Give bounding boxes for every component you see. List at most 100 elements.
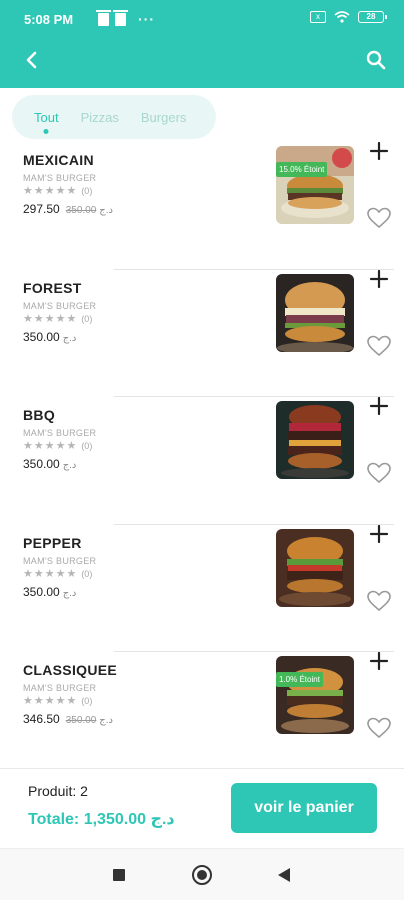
- product-item[interactable]: PEPPER MAM'S BURGER ★★★★★ (0) 350.00 د.ج: [0, 523, 404, 652]
- rating-stars: ★★★★★: [23, 567, 78, 580]
- price-currency: د.ج: [62, 332, 77, 344]
- price-value: 346.50: [23, 712, 60, 726]
- price-value: 350.00: [23, 584, 60, 599]
- product-brand: MAM'S BURGER: [23, 300, 97, 311]
- category-tabs: Tout Pizzas Burgers: [12, 95, 216, 139]
- product-rating: ★★★★★ (0): [23, 567, 92, 580]
- price-currency: د.ج: [99, 205, 113, 216]
- rating-stars: ★★★★★: [23, 312, 78, 325]
- add-to-cart-button[interactable]: [368, 268, 390, 290]
- review-count: (0): [81, 696, 93, 706]
- search-icon: [366, 50, 386, 70]
- home-icon[interactable]: [192, 865, 212, 885]
- product-list: MEXICAIN MAM'S BURGER ★★★★★ (0) 297.50 د.ج…: [0, 140, 404, 780]
- product-rating: ★★★★★ (0): [23, 694, 92, 707]
- tab-tout[interactable]: Tout: [34, 110, 59, 125]
- plus-icon: [369, 141, 389, 161]
- wifi-icon: [334, 11, 350, 23]
- product-name: FOREST: [23, 279, 82, 296]
- heart-icon: [367, 462, 391, 484]
- product-price: 350.00 د.ج: [23, 330, 76, 344]
- system-icons: x 28: [310, 11, 387, 23]
- product-item[interactable]: FOREST MAM'S BURGER ★★★★★ (0) 350.00 د.ج: [0, 268, 404, 397]
- product-name: CLASSIQUEE: [23, 662, 118, 678]
- product-rating: ★★★★★ (0): [23, 439, 92, 452]
- review-count: (0): [81, 313, 93, 324]
- product-item[interactable]: CLASSIQUEE MAM'S BURGER ★★★★★ (0) 346.50 د…: [0, 650, 404, 780]
- review-count: (0): [81, 186, 93, 196]
- product-price: 350.00 د.ج: [23, 585, 76, 599]
- status-time: 5:08 PM: [24, 12, 74, 27]
- battery-icon: 28: [358, 11, 387, 23]
- product-rating: ★★★★★ (0): [23, 184, 92, 197]
- review-count: (0): [81, 441, 93, 451]
- product-item[interactable]: BBQ MAM'S BURGER ★★★★★ (0) 350.00 د.ج: [0, 395, 404, 525]
- favorite-button[interactable]: [366, 206, 392, 230]
- product-rating: ★★★★★ (0): [23, 312, 92, 325]
- product-price: 350.00 د.ج: [23, 457, 76, 471]
- product-price: 297.50 د.ج350.00: [23, 202, 113, 216]
- app-header: 5:08 PM ··· x 28: [0, 0, 404, 88]
- plus-icon: [369, 269, 389, 288]
- cart-total: Totale: 1,350.00 د.ج: [28, 811, 175, 828]
- product-brand: MAM'S BURGER: [23, 555, 97, 566]
- favorite-button[interactable]: [366, 334, 392, 358]
- product-brand: MAM'S BURGER: [23, 683, 97, 693]
- status-bar: 5:08 PM ··· x 28: [0, 0, 404, 40]
- review-count: (0): [81, 568, 93, 579]
- trash-icon: [96, 9, 111, 26]
- add-to-cart-button[interactable]: [368, 650, 390, 672]
- price-currency: د.ج: [62, 460, 77, 471]
- price-value: 297.50: [23, 202, 60, 216]
- tab-burgers[interactable]: Burgers: [141, 110, 187, 125]
- product-image[interactable]: [276, 146, 354, 224]
- discount-badge: 15.0% Étoint: [276, 162, 328, 177]
- plus-icon: [369, 651, 389, 671]
- product-item[interactable]: MEXICAIN MAM'S BURGER ★★★★★ (0) 297.50 د.ج…: [0, 140, 404, 270]
- cart-summary-bar: Produit: 2 Totale: 1,350.00 د.ج voir le …: [0, 768, 404, 848]
- rating-stars: ★★★★★: [23, 440, 78, 452]
- product-price: 346.50 د.ج350.00: [23, 712, 113, 726]
- trash-icon: [113, 9, 128, 26]
- product-image[interactable]: [276, 656, 354, 734]
- favorite-button[interactable]: [366, 461, 392, 485]
- system-nav-bar: [0, 848, 404, 900]
- plus-icon: [369, 524, 389, 543]
- chevron-left-icon: [26, 51, 37, 69]
- product-brand: MAM'S BURGER: [23, 173, 97, 183]
- add-to-cart-button[interactable]: [368, 523, 390, 545]
- discount-badge: 1.0% Étoint: [276, 672, 323, 687]
- price-currency: د.ج: [62, 587, 77, 599]
- notification-icons: ···: [96, 9, 155, 27]
- product-image[interactable]: [276, 273, 354, 352]
- nav-back-icon[interactable]: [278, 868, 290, 882]
- view-cart-button[interactable]: voir le panier: [231, 783, 377, 833]
- old-price: 350.00: [65, 715, 97, 726]
- price-currency: د.ج: [99, 715, 113, 726]
- favorite-button[interactable]: [366, 589, 392, 613]
- favorite-button[interactable]: [366, 716, 392, 740]
- recents-icon[interactable]: [113, 869, 125, 881]
- product-image[interactable]: [276, 528, 354, 607]
- product-brand: MAM'S BURGER: [23, 428, 97, 438]
- heart-icon: [367, 717, 391, 739]
- old-price: 350.00: [65, 205, 97, 216]
- price-value: 350.00: [23, 329, 60, 344]
- rating-stars: ★★★★★: [23, 185, 78, 197]
- cart-quantity: Produit: 2: [28, 783, 88, 799]
- add-to-cart-button[interactable]: [368, 140, 390, 162]
- tab-pizzas[interactable]: Pizzas: [81, 110, 119, 125]
- product-name: BBQ: [23, 407, 56, 423]
- product-name: MEXICAIN: [23, 152, 94, 168]
- more-notifications-icon: ···: [138, 11, 155, 27]
- rating-stars: ★★★★★: [23, 695, 78, 707]
- search-button[interactable]: [364, 48, 388, 72]
- price-value: 350.00: [23, 457, 60, 471]
- add-to-cart-button[interactable]: [368, 395, 390, 417]
- back-button[interactable]: [20, 48, 44, 72]
- heart-icon: [367, 590, 391, 611]
- product-image[interactable]: [276, 401, 354, 479]
- sim-icon: x: [310, 11, 326, 23]
- product-name: PEPPER: [23, 534, 82, 551]
- heart-icon: [367, 335, 391, 356]
